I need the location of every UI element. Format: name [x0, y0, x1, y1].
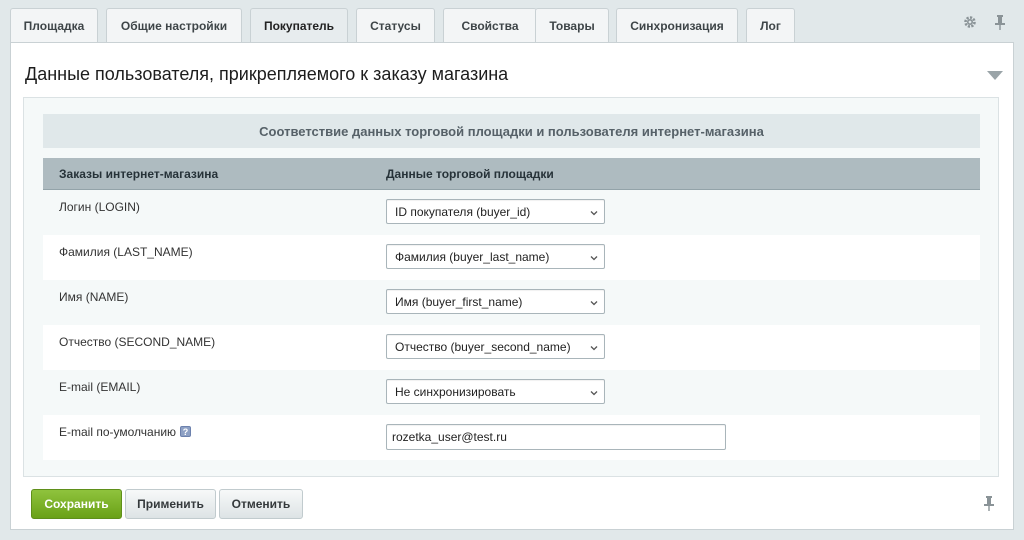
select-value: Имя (buyer_first_name): [395, 295, 523, 309]
select-value: Не синхронизировать: [395, 385, 516, 399]
field-label-last-name: Фамилия (LAST_NAME): [59, 245, 193, 259]
table-row: Фамилия (LAST_NAME) Фамилия (buyer_last_…: [43, 235, 980, 280]
select-value: Отчество (buyer_second_name): [395, 340, 571, 354]
default-email-label: E-mail по-умолчанию: [59, 425, 177, 439]
column-header-platform: Данные торговой площадки: [386, 167, 554, 181]
table-row: E-mail (EMAIL) Не синхронизировать: [43, 370, 980, 415]
save-button[interactable]: Сохранить: [31, 489, 122, 519]
chevron-down-icon: [590, 341, 598, 355]
pin-icon[interactable]: [992, 14, 1008, 30]
gear-icon[interactable]: [962, 14, 978, 30]
tab-label: Площадка: [23, 18, 85, 33]
tab-log[interactable]: Лог: [746, 8, 795, 42]
apply-button[interactable]: Применить: [125, 489, 216, 519]
chevron-down-icon: [590, 251, 598, 265]
chevron-down-icon: [590, 296, 598, 310]
section-title: Данные пользователя, прикрепляемого к за…: [25, 64, 509, 84]
select-name[interactable]: Имя (buyer_first_name): [386, 289, 605, 314]
select-value: Фамилия (buyer_last_name): [395, 250, 550, 264]
select-second-name[interactable]: Отчество (buyer_second_name): [386, 334, 605, 359]
mapping-form: Соответствие данных торговой площадки и …: [23, 97, 999, 477]
table-caption: Соответствие данных торговой площадки и …: [43, 114, 980, 148]
tab-label: Лог: [760, 18, 781, 33]
field-label-login: Логин (LOGIN): [59, 200, 140, 214]
table-row: Имя (NAME) Имя (buyer_first_name): [43, 280, 980, 325]
column-header-store: Заказы интернет-магазина: [59, 167, 219, 181]
tab-label: Свойства: [461, 18, 519, 33]
tab-products[interactable]: Товары: [535, 8, 609, 42]
table-header: Заказы интернет-магазина Данные торговой…: [43, 158, 980, 190]
field-label-name: Имя (NAME): [59, 290, 129, 304]
cancel-button[interactable]: Отменить: [219, 489, 303, 519]
tab-general-settings[interactable]: Общие настройки: [106, 8, 242, 42]
tab-platform[interactable]: Площадка: [10, 8, 98, 42]
collapse-arrow-icon[interactable]: [987, 69, 1003, 84]
tab-label: Товары: [549, 18, 595, 33]
input-value: rozetka_user@test.ru: [392, 430, 507, 444]
pin-icon[interactable]: [981, 495, 997, 511]
field-label-email: E-mail (EMAIL): [59, 380, 141, 394]
top-toolbar: [962, 14, 1008, 30]
table-row: E-mail по-умолчанию? rozetka_user@test.r…: [43, 415, 980, 460]
tab-properties[interactable]: Свойства: [443, 8, 537, 42]
chevron-down-icon: [590, 206, 598, 220]
select-login[interactable]: ID покупателя (buyer_id): [386, 199, 605, 224]
table-row: Логин (LOGIN) ID покупателя (buyer_id): [43, 190, 980, 235]
table-row: Отчество (SECOND_NAME) Отчество (buyer_s…: [43, 325, 980, 370]
tab-label: Статусы: [370, 18, 421, 33]
tab-statuses[interactable]: Статусы: [356, 8, 435, 42]
tab-buyer[interactable]: Покупатель: [250, 8, 348, 42]
default-email-input[interactable]: rozetka_user@test.ru: [386, 424, 726, 450]
main-panel: Данные пользователя, прикрепляемого к за…: [10, 42, 1014, 530]
select-value: ID покупателя (buyer_id): [395, 205, 531, 219]
section-header: Данные пользователя, прикрепляемого к за…: [23, 51, 1003, 97]
field-label-default-email: E-mail по-умолчанию?: [59, 425, 192, 439]
tab-label: Общие настройки: [120, 18, 228, 33]
help-icon[interactable]: ?: [180, 426, 192, 437]
tab-sync[interactable]: Синхронизация: [616, 8, 738, 42]
chevron-down-icon: [590, 386, 598, 400]
tab-label: Покупатель: [263, 18, 335, 33]
field-label-second-name: Отчество (SECOND_NAME): [59, 335, 216, 349]
tab-label: Синхронизация: [630, 18, 724, 33]
select-email[interactable]: Не синхронизировать: [386, 379, 605, 404]
select-last-name[interactable]: Фамилия (buyer_last_name): [386, 244, 605, 269]
